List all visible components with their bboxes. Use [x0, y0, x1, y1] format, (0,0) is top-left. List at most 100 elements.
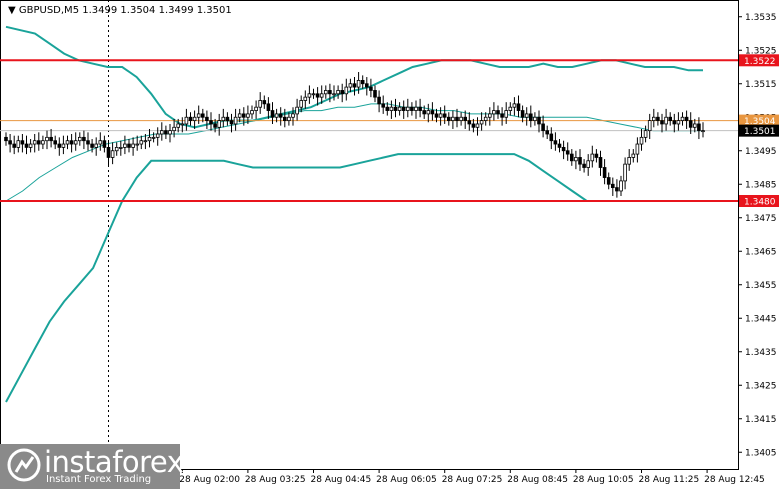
- candle-body-bear: [594, 153, 599, 158]
- candle-body-bear: [209, 120, 213, 125]
- candle-body-bull: [217, 120, 222, 128]
- price-chart[interactable]: 1.35351.35251.35151.35051.34951.34851.34…: [0, 0, 781, 489]
- candle-body-bear: [541, 123, 545, 132]
- candle-body-bull: [291, 113, 295, 118]
- collapse-arrow-icon[interactable]: ▼: [8, 5, 19, 16]
- candle-body-bear: [241, 113, 246, 118]
- candle-body-bear: [496, 110, 500, 115]
- candle-body-bull: [524, 113, 529, 118]
- candle-body-bull: [693, 123, 697, 128]
- candle-body-bear: [282, 116, 287, 121]
- candle-body-bull: [479, 120, 484, 125]
- candle-body-bull: [647, 120, 652, 132]
- x-tick: 28 Aug 02:00: [179, 469, 240, 485]
- candle-body-bear: [545, 130, 549, 135]
- y-tick-label: 1.3485: [745, 180, 777, 190]
- candle-body-bear: [69, 140, 74, 145]
- candle-body-bull: [274, 113, 279, 118]
- candle-body-bull: [631, 153, 636, 158]
- candle-body-bear: [385, 106, 390, 111]
- candle-body-bull: [32, 140, 37, 145]
- candle-body-bull: [135, 143, 140, 146]
- candle-body-bull: [619, 180, 623, 192]
- candle-body-bull: [254, 106, 258, 111]
- candle-body-bull: [16, 140, 21, 148]
- y-tick-label: 1.3535: [745, 13, 777, 23]
- candle-body-bull: [73, 140, 78, 145]
- candle-body-bull: [143, 140, 148, 143]
- candle-body-bear: [225, 116, 230, 121]
- candle-body-bear: [570, 153, 574, 162]
- candle-body-bull: [299, 100, 303, 108]
- candle-body-bear: [278, 113, 283, 118]
- candle-body-bear: [410, 106, 414, 111]
- x-tick-label: 28 Aug 07:25: [442, 475, 503, 485]
- y-tick-label: 1.3445: [745, 314, 777, 324]
- candle-body-bull: [295, 106, 299, 115]
- candle-body-bear: [377, 96, 381, 105]
- candle-body-bull: [233, 116, 238, 125]
- candle-body-bear: [668, 116, 672, 121]
- candle-body-bull: [405, 106, 410, 111]
- candle-body-bull: [168, 130, 172, 135]
- candle-body-bull: [94, 143, 99, 148]
- candle-body-bull: [701, 130, 705, 133]
- candle-body-bull: [336, 90, 340, 95]
- chart-canvas[interactable]: 1.35351.35251.35151.35051.34951.34851.34…: [0, 0, 781, 489]
- y-tick: 1.3535: [738, 13, 777, 23]
- candle-body-bear: [500, 113, 504, 118]
- candle-body-bear: [656, 116, 660, 121]
- candle-body-bull: [131, 143, 135, 148]
- candle-body-bear: [229, 120, 234, 125]
- y-tick: 1.3405: [738, 448, 777, 458]
- x-tick: 28 Aug 07:25: [442, 469, 503, 485]
- candle-body-bear: [270, 110, 275, 118]
- candle-body-bear: [188, 116, 193, 121]
- candle-body-bear: [697, 123, 701, 132]
- level-price-tag: 1.3522: [739, 54, 779, 67]
- candle-body-bull: [574, 157, 578, 162]
- candle-body-bear: [213, 123, 217, 128]
- ohlc-readout: 1.3499 1.3504 1.3499 1.3501: [82, 5, 232, 16]
- candle-body-bear: [360, 80, 365, 85]
- candle-body-bull: [664, 116, 668, 125]
- candle-body-bull: [512, 103, 517, 108]
- bid-price-tag: 1.3501: [739, 124, 779, 137]
- candle-body-bear: [315, 93, 320, 98]
- symbol-title: ▼ GBPUSD,M5 1.3499 1.3504 1.3499 1.3501: [8, 5, 232, 16]
- candle-body-bear: [520, 110, 525, 118]
- bid-price-tag-text: 1.3501: [744, 127, 776, 137]
- y-tick: 1.3435: [738, 348, 777, 358]
- candle-body-bear: [529, 113, 533, 122]
- candle-body-bear: [90, 143, 94, 148]
- plot-frame: [0, 0, 739, 470]
- candle-body-bull: [389, 106, 394, 111]
- candle-body-bear: [393, 106, 398, 111]
- candle-body-bull: [451, 116, 455, 121]
- candle-body-bear: [381, 103, 385, 108]
- candle-body-bear: [565, 150, 570, 155]
- x-tick-label: 28 Aug 06:05: [376, 475, 437, 485]
- candle-body-bear: [57, 143, 62, 148]
- y-tick: 1.3415: [738, 415, 777, 425]
- candle-body-bear: [660, 120, 664, 125]
- candle-body-bull: [192, 116, 197, 121]
- candle-body-bull: [414, 106, 418, 111]
- candle-body-bull: [114, 146, 119, 152]
- candle-body-bear: [49, 136, 53, 142]
- candle-body-bear: [442, 113, 447, 118]
- candle-body-bull: [172, 126, 176, 132]
- candle-body-bull: [643, 130, 648, 138]
- candle-body-bull: [159, 130, 164, 135]
- candle-body-bear: [430, 110, 435, 115]
- candle-body-bear: [611, 183, 615, 188]
- x-tick: 28 Aug 10:05: [573, 469, 634, 485]
- y-tick-label: 1.3515: [745, 80, 777, 90]
- candle-body-bull: [483, 116, 488, 121]
- candle-body-bull: [110, 150, 115, 158]
- candle-body-bear: [557, 143, 562, 148]
- x-tick-label: 28 Aug 10:05: [573, 475, 634, 485]
- candle-body-bull: [319, 93, 324, 98]
- y-tick-label: 1.3405: [745, 448, 777, 458]
- candle-body-bear: [684, 116, 689, 121]
